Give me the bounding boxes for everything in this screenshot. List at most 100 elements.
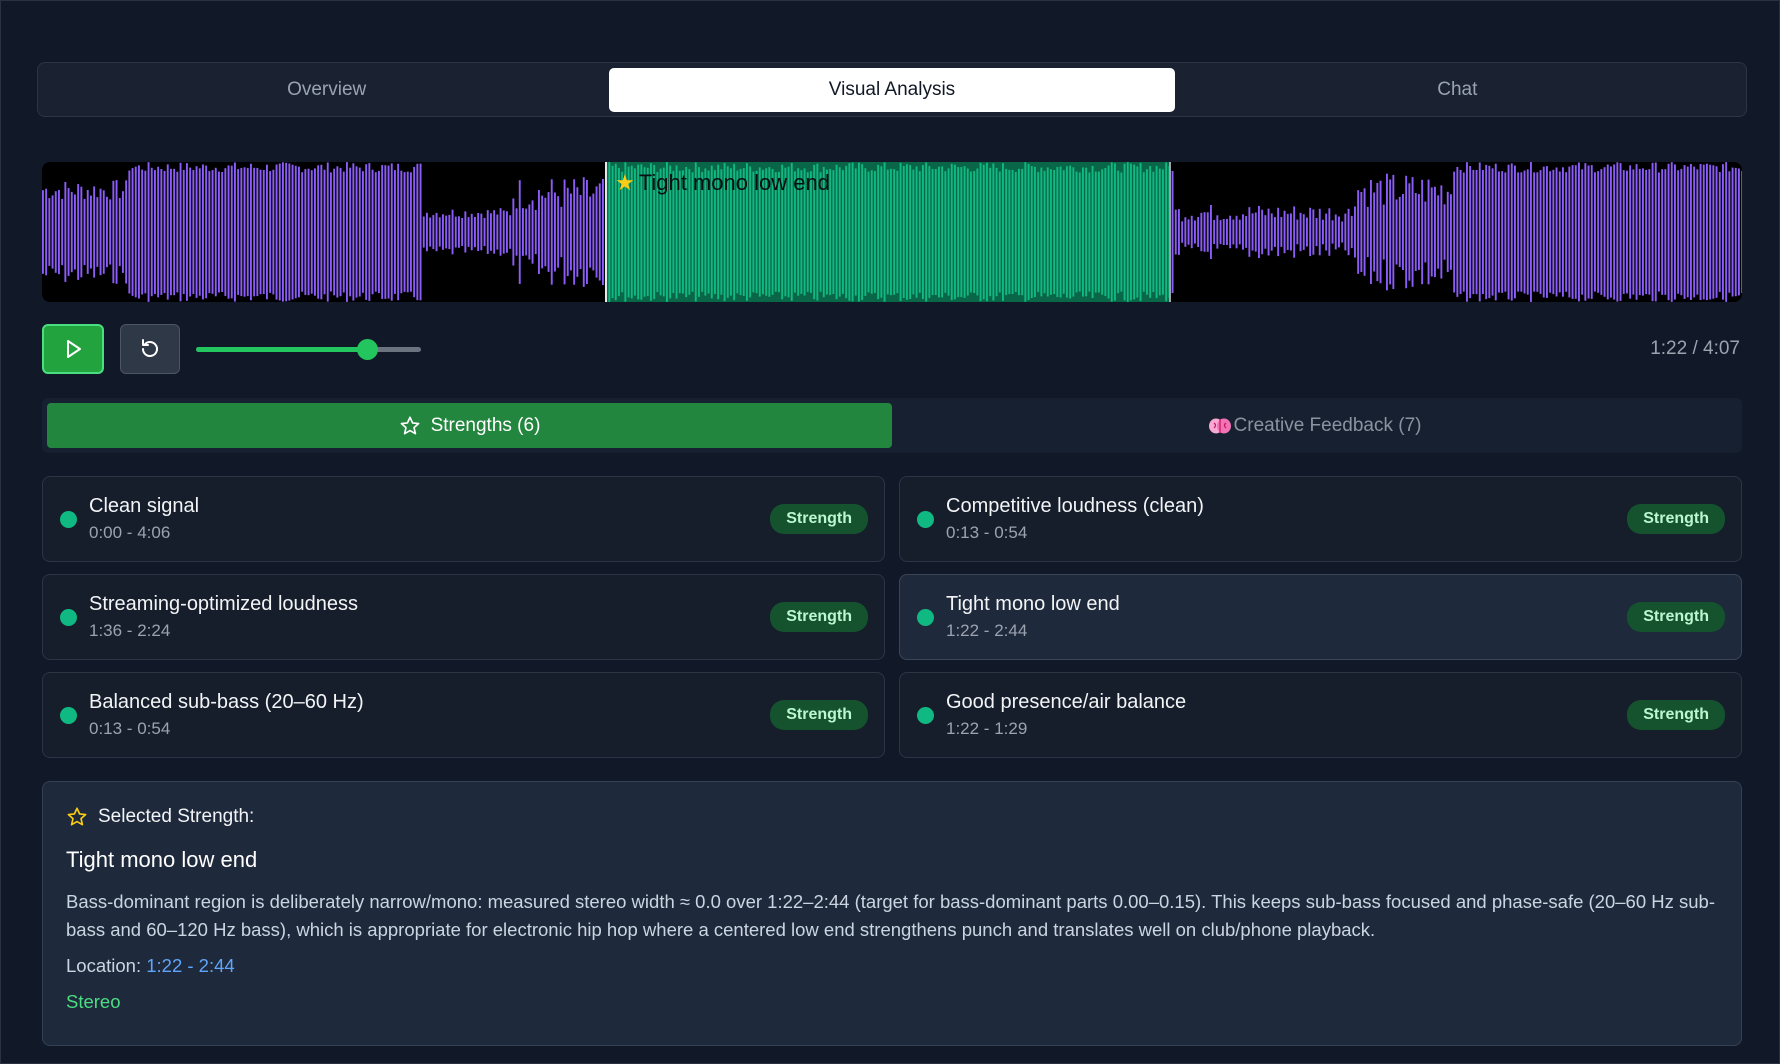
star-outline-icon xyxy=(400,415,420,435)
waveform-bar xyxy=(1738,168,1740,296)
waveform-bar xyxy=(1622,170,1625,294)
status-dot xyxy=(60,608,77,626)
waveform-bar xyxy=(1648,169,1651,295)
waveform-bar xyxy=(1526,169,1529,295)
waveform-bar xyxy=(1373,192,1376,272)
tab-strengths[interactable]: Strengths (6) xyxy=(47,403,892,448)
waveform-bar xyxy=(499,208,502,256)
waveform-bar xyxy=(1482,170,1484,294)
list-item[interactable]: Good presence/air balance 1:22 - 1:29 St… xyxy=(899,672,1742,758)
waveform-bar xyxy=(470,213,473,251)
list-item[interactable]: Competitive loudness (clean) 0:13 - 0:54… xyxy=(899,476,1742,562)
waveform-bar xyxy=(1616,162,1619,302)
waveform-bar xyxy=(387,165,390,299)
tab-overview[interactable]: Overview xyxy=(44,68,609,112)
waveform-bar xyxy=(474,216,476,248)
waveform-bar xyxy=(384,165,387,299)
waveform-bar xyxy=(1494,163,1497,301)
waveform-bar xyxy=(317,165,320,299)
slider-fill xyxy=(196,347,367,352)
main-tabs: Overview Visual Analysis Chat xyxy=(37,62,1747,117)
waveform-bar xyxy=(1642,168,1644,296)
slider-thumb[interactable] xyxy=(357,339,378,360)
waveform-bar xyxy=(173,168,176,296)
waveform-bar xyxy=(1677,170,1680,294)
waveform-bar xyxy=(240,167,243,297)
waveform-bar xyxy=(579,195,582,270)
waveform-bar xyxy=(1443,204,1446,260)
waveform-bar xyxy=(253,167,256,297)
waveform-bar xyxy=(333,168,336,296)
waveform-bar xyxy=(1392,174,1395,289)
waveform-bar xyxy=(262,170,265,294)
list-item[interactable]: Streaming-optimized loudness 1:36 - 2:24… xyxy=(42,574,885,660)
waveform-bar xyxy=(323,169,326,295)
play-button[interactable] xyxy=(42,324,104,374)
waveform-bar xyxy=(1453,171,1456,293)
item-time: 1:22 - 2:44 xyxy=(946,621,1028,640)
waveform-bar xyxy=(1347,208,1350,256)
waveform-bar xyxy=(1501,171,1504,293)
waveform[interactable]: ★ Tight mono low end xyxy=(42,162,1742,302)
item-time: 0:00 - 4:06 xyxy=(89,523,171,542)
waveform-bar xyxy=(595,186,598,278)
waveform-bar xyxy=(1370,180,1372,284)
waveform-bar xyxy=(429,217,432,247)
waveform-bar xyxy=(1507,164,1510,300)
waveform-bar xyxy=(147,162,150,302)
waveform-bar xyxy=(326,162,329,302)
waveform-bar xyxy=(554,192,556,272)
waveform-bar xyxy=(451,209,454,255)
waveform-bar xyxy=(1462,172,1465,292)
waveform-bar xyxy=(1699,164,1702,300)
waveform-bar xyxy=(1312,209,1315,255)
tab-visual-analysis[interactable]: Visual Analysis xyxy=(609,67,1175,112)
waveform-bar xyxy=(1517,172,1520,292)
waveform-bar xyxy=(99,188,102,276)
waveform-bar xyxy=(1245,216,1248,248)
list-item[interactable]: Clean signal 0:00 - 4:06 Strength xyxy=(42,476,885,562)
waveform-bar xyxy=(371,169,374,295)
waveform-bar xyxy=(278,163,281,301)
waveform-bar xyxy=(1437,195,1440,269)
waveform-bar xyxy=(1226,218,1228,245)
waveform-bar xyxy=(189,167,192,297)
playback-slider[interactable] xyxy=(196,337,421,361)
waveform-bar xyxy=(285,162,288,302)
waveform-bar xyxy=(272,169,275,295)
waveform-bar xyxy=(346,162,348,302)
tab-chat[interactable]: Chat xyxy=(1175,68,1740,112)
waveform-bar xyxy=(1658,172,1660,292)
waveform-bar xyxy=(1270,213,1273,251)
list-item-selected[interactable]: Tight mono low end 1:22 - 2:44 Strength xyxy=(899,574,1742,660)
waveform-bar xyxy=(413,166,416,298)
waveform-bar xyxy=(1722,164,1724,300)
tab-creative-feedback[interactable]: Creative Feedback (7) xyxy=(892,403,1737,448)
list-item[interactable]: Balanced sub-bass (20–60 Hz) 0:13 - 0:54… xyxy=(42,672,885,758)
waveform-bar xyxy=(237,169,240,295)
waveform-bar xyxy=(51,195,54,269)
reset-button[interactable] xyxy=(120,324,180,374)
location-link[interactable]: 1:22 - 2:44 xyxy=(146,955,234,976)
waveform-bar xyxy=(301,172,304,292)
waveform-bar xyxy=(1491,168,1494,296)
waveform-bar xyxy=(1267,208,1270,256)
waveform-bar xyxy=(477,213,480,251)
waveform-bar xyxy=(1558,171,1561,293)
waveform-bar xyxy=(74,194,76,270)
waveform-bar xyxy=(1187,219,1190,245)
waveform-bar xyxy=(1574,165,1577,299)
waveform-bar xyxy=(1194,220,1196,244)
waveform-bar xyxy=(400,170,403,294)
waveform-bar xyxy=(1280,217,1283,247)
location-label: Location: xyxy=(66,955,142,976)
waveform-bar xyxy=(378,170,380,294)
waveform-bar xyxy=(1206,212,1209,252)
waveform-bar xyxy=(294,165,297,299)
waveform-bar xyxy=(1203,212,1206,252)
waveform-bar xyxy=(214,167,217,297)
waveform-bar xyxy=(1222,219,1225,245)
waveform-region-selected[interactable]: ★ Tight mono low end xyxy=(605,162,1171,302)
waveform-bar xyxy=(160,169,163,295)
waveform-bar xyxy=(1571,165,1574,299)
